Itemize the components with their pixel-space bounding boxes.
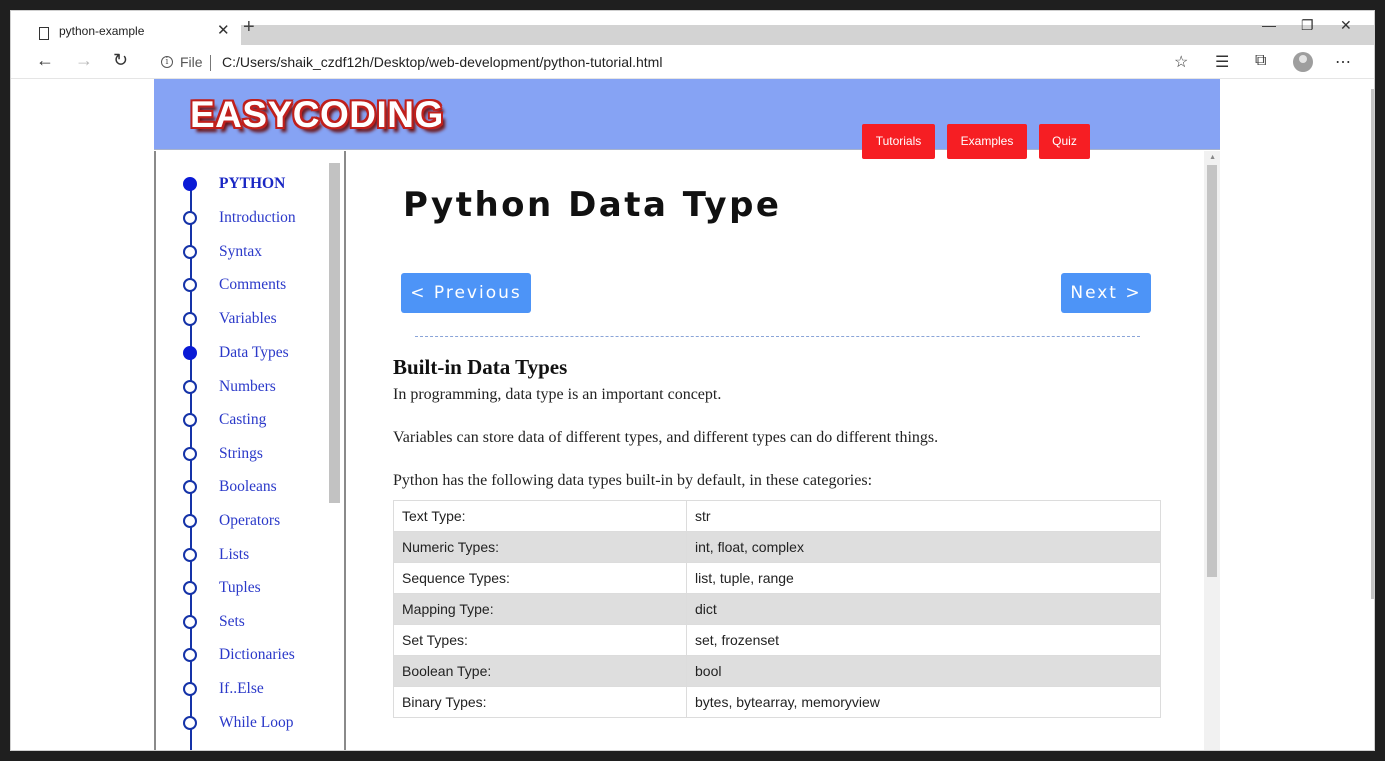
timeline-dot xyxy=(183,380,197,394)
category-cell: Binary Types: xyxy=(393,686,687,718)
category-cell: Sequence Types: xyxy=(393,562,687,594)
paragraph-intro: In programming, data type is an importan… xyxy=(393,386,722,403)
minimize-icon[interactable]: — xyxy=(1262,17,1276,33)
scroll-up-arrow-icon[interactable]: ▲ xyxy=(1209,154,1216,161)
refresh-icon[interactable]: ↻ xyxy=(113,50,128,71)
table-row: Binary Types: bytes, bytearray, memoryvi… xyxy=(393,686,1161,718)
timeline-dot xyxy=(183,413,197,427)
browser-tab[interactable]: python-example ✕ xyxy=(11,15,241,48)
sidebar-item-label: Introduction xyxy=(219,209,296,226)
timeline-dot xyxy=(183,615,197,629)
types-cell: list, tuple, range xyxy=(686,562,1161,594)
separator xyxy=(210,55,211,71)
category-cell: Boolean Type: xyxy=(393,655,687,687)
timeline-dot xyxy=(183,548,197,562)
types-cell: dict xyxy=(686,593,1161,625)
sidebar-scrollbar[interactable] xyxy=(329,163,340,503)
table-row: Text Type: str xyxy=(393,500,1161,532)
sidebar-item-label: Numbers xyxy=(219,378,276,395)
tab-title: python-example xyxy=(59,24,145,38)
timeline-dot xyxy=(183,581,197,595)
sidebar: PYTHON Introduction Syntax Comments Vari… xyxy=(154,151,346,750)
collections-icon[interactable]: ⧉ xyxy=(1255,52,1266,70)
file-label: File xyxy=(180,54,203,70)
sidebar-item-label: PYTHON xyxy=(219,175,286,192)
sidebar-timeline xyxy=(190,181,192,750)
divider xyxy=(415,336,1140,337)
favorite-star-icon[interactable]: ☆ xyxy=(1174,52,1188,72)
data-types-table: Text Type: str Numeric Types: int, float… xyxy=(393,500,1161,718)
section-heading: Built-in Data Types xyxy=(393,355,568,379)
paragraph-variables: Variables can store data of different ty… xyxy=(393,429,939,446)
info-icon[interactable]: i xyxy=(161,56,173,68)
more-options-icon[interactable]: ⋯ xyxy=(1335,52,1351,72)
forward-icon[interactable]: → xyxy=(75,50,93,71)
sidebar-item-label: Sets xyxy=(219,613,245,630)
timeline-dot xyxy=(183,177,197,191)
timeline-dot xyxy=(183,716,197,730)
main-content: ▲ Python Data Type < Previous Next > Bui… xyxy=(347,151,1220,750)
page-title: Python Data Type xyxy=(403,185,782,225)
page-icon xyxy=(39,27,49,40)
favorites-list-icon[interactable]: ☰ xyxy=(1215,52,1229,72)
page-viewport: EASYCODING Tutorials Examples Quiz PYTHO… xyxy=(11,78,1374,750)
types-cell: set, frozenset xyxy=(686,624,1161,656)
tab-strip xyxy=(241,25,1374,45)
types-cell: str xyxy=(686,500,1161,532)
content-scrollbar-thumb[interactable] xyxy=(1207,165,1217,577)
sidebar-item-label: Booleans xyxy=(219,478,277,495)
sidebar-item-label: Operators xyxy=(219,512,281,529)
browser-window: python-example ✕ + — ❐ ✕ ← → ↻ i File C:… xyxy=(10,10,1375,751)
sidebar-item-label: Dictionaries xyxy=(219,646,295,663)
site-logo[interactable]: EASYCODING xyxy=(190,94,444,136)
types-cell: int, float, complex xyxy=(686,531,1161,563)
timeline-dot xyxy=(183,514,197,528)
timeline-dot xyxy=(183,278,197,292)
category-cell: Set Types: xyxy=(393,624,687,656)
sidebar-item-label: Data Types xyxy=(219,344,289,361)
category-cell: Mapping Type: xyxy=(393,593,687,625)
category-cell: Text Type: xyxy=(393,500,687,532)
back-icon[interactable]: ← xyxy=(36,50,54,71)
timeline-dot xyxy=(183,312,197,326)
timeline-dot xyxy=(183,447,197,461)
new-tab-button[interactable]: + xyxy=(243,16,255,39)
table-row: Sequence Types: list, tuple, range xyxy=(393,562,1161,594)
paragraph-categories: Python has the following data types buil… xyxy=(393,472,873,489)
table-row: Numeric Types: int, float, complex xyxy=(393,531,1161,563)
timeline-dot xyxy=(183,682,197,696)
sidebar-item-label: While Loop xyxy=(219,714,294,731)
sidebar-item-label: If..Else xyxy=(219,680,264,697)
category-cell: Numeric Types: xyxy=(393,531,687,563)
sidebar-item-label: Tuples xyxy=(219,579,261,596)
timeline-dot xyxy=(183,480,197,494)
next-button[interactable]: Next > xyxy=(1061,273,1151,313)
window-close-icon[interactable]: ✕ xyxy=(1340,17,1352,34)
sidebar-item-label: Lists xyxy=(219,546,250,563)
maximize-icon[interactable]: ❐ xyxy=(1301,17,1314,34)
site-header: EASYCODING Tutorials Examples Quiz xyxy=(154,79,1220,159)
address-bar: ← → ↻ i File C:/Users/shaik_czdf12h/Desk… xyxy=(11,48,1374,78)
types-cell: bytes, bytearray, memoryview xyxy=(686,686,1161,718)
timeline-dot xyxy=(183,245,197,259)
web-page: EASYCODING Tutorials Examples Quiz PYTHO… xyxy=(154,79,1220,750)
close-tab-icon[interactable]: ✕ xyxy=(217,21,230,39)
timeline-dot xyxy=(183,648,197,662)
sidebar-item-label: Strings xyxy=(219,445,263,462)
previous-button[interactable]: < Previous xyxy=(401,273,531,313)
page-scrollbar[interactable] xyxy=(1371,89,1374,599)
profile-avatar[interactable] xyxy=(1293,52,1313,72)
sidebar-item-label: Variables xyxy=(219,310,277,327)
table-row: Set Types: set, frozenset xyxy=(393,624,1161,656)
types-cell: bool xyxy=(686,655,1161,687)
sidebar-item-label: Casting xyxy=(219,411,267,428)
table-row: Boolean Type: bool xyxy=(393,655,1161,687)
sidebar-item-label: Syntax xyxy=(219,243,263,260)
url-field[interactable]: C:/Users/shaik_czdf12h/Desktop/web-devel… xyxy=(222,54,662,70)
timeline-dot xyxy=(183,211,197,225)
timeline-dot xyxy=(183,346,197,360)
tab-bar: python-example ✕ + — ❐ ✕ xyxy=(11,11,1374,48)
sidebar-item-label: Comments xyxy=(219,276,287,293)
table-row: Mapping Type: dict xyxy=(393,593,1161,625)
